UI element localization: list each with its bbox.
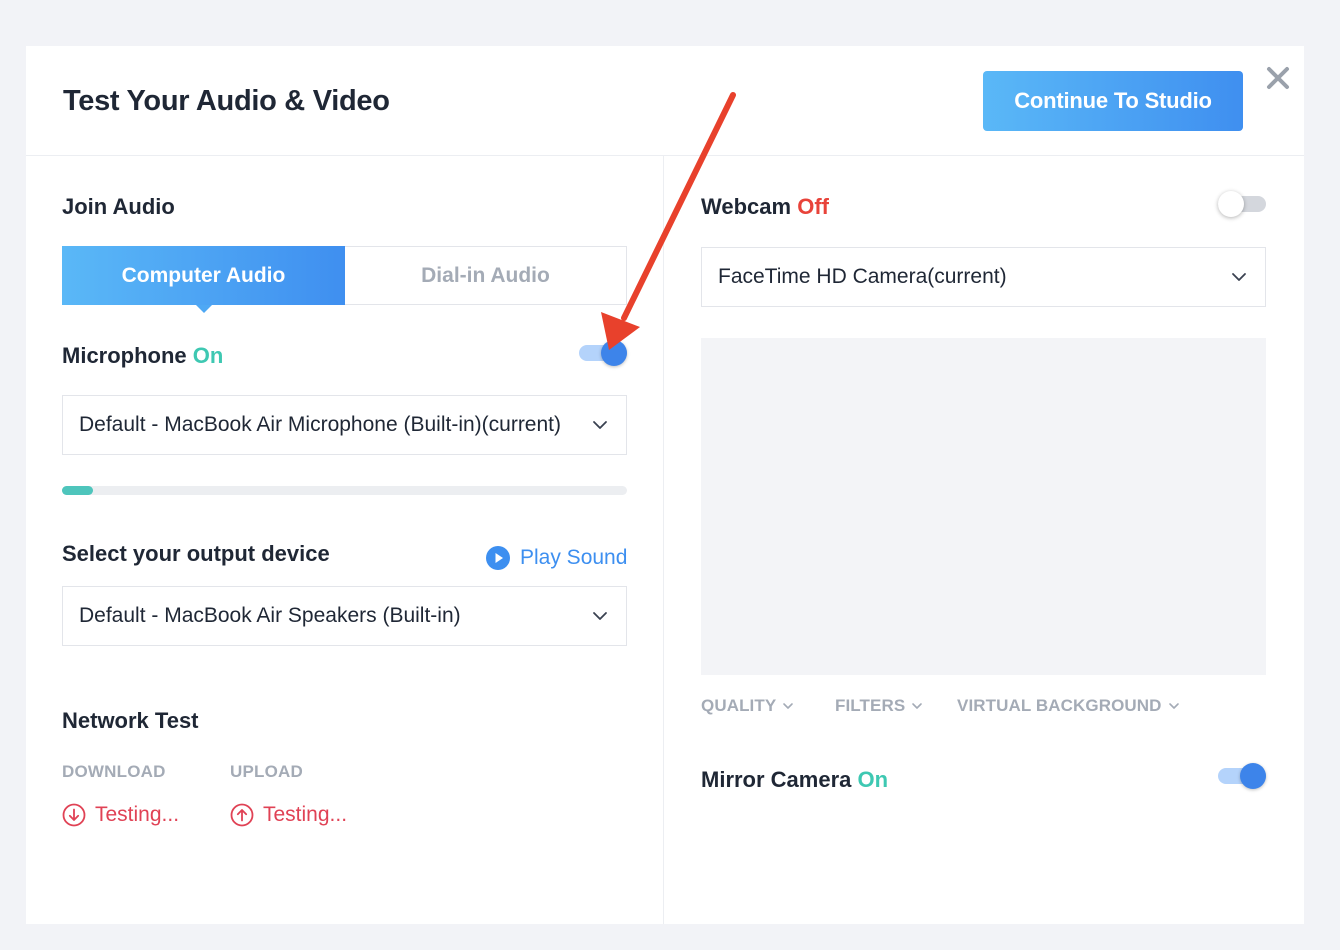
webcam-toggle[interactable] xyxy=(1218,189,1266,219)
mirror-camera-state: On xyxy=(857,767,889,792)
mirror-camera-label: Mirror Camera xyxy=(701,767,852,792)
mirror-camera-heading: Mirror Camera On xyxy=(701,767,888,793)
toggle-knob xyxy=(1218,191,1244,217)
audio-mode-tabs: Computer Audio Dial-in Audio xyxy=(62,246,627,313)
play-sound-label: Play Sound xyxy=(520,546,628,569)
chevron-down-icon xyxy=(912,703,923,709)
camera-select[interactable]: FaceTime HD Camera(current) xyxy=(701,247,1266,307)
microphone-level-meter xyxy=(62,486,627,495)
modal-header: Test Your Audio & Video Continue To Stud… xyxy=(26,46,1304,156)
tab-dial-in-audio[interactable]: Dial-in Audio xyxy=(345,246,627,305)
network-test-heading: Network Test xyxy=(62,708,199,733)
arrow-down-circle-icon xyxy=(62,803,86,827)
output-device-select-value: Default - MacBook Air Speakers (Built-in… xyxy=(79,604,461,627)
chevron-down-icon xyxy=(1168,703,1179,709)
webcam-state: Off xyxy=(797,194,829,219)
quality-dropdown[interactable]: QUALITY xyxy=(701,696,794,716)
webcam-label: Webcam xyxy=(701,194,792,219)
filters-label: FILTERS xyxy=(835,696,906,715)
play-circle-icon xyxy=(486,546,510,570)
column-divider xyxy=(663,156,664,924)
microphone-select[interactable]: Default - MacBook Air Microphone (Built-… xyxy=(62,395,627,455)
download-status-text: Testing... xyxy=(95,803,180,826)
download-status: Testing... xyxy=(62,803,179,827)
quality-label: QUALITY xyxy=(701,696,777,715)
filters-dropdown[interactable]: FILTERS xyxy=(835,696,923,716)
toggle-knob xyxy=(601,340,627,366)
camera-select-value: FaceTime HD Camera(current) xyxy=(718,265,1007,288)
close-icon[interactable] xyxy=(1264,64,1292,92)
upload-status: Testing... xyxy=(230,803,347,827)
virtual-background-dropdown[interactable]: VIRTUAL BACKGROUND xyxy=(957,696,1180,716)
page-title: Test Your Audio & Video xyxy=(63,85,390,117)
chevron-down-icon xyxy=(783,703,794,709)
chevron-down-icon xyxy=(1232,273,1246,281)
chevron-down-icon xyxy=(593,612,607,620)
arrow-up-circle-icon xyxy=(230,803,254,827)
audio-video-test-modal: Test Your Audio & Video Continue To Stud… xyxy=(26,46,1304,924)
webcam-heading: Webcam Off xyxy=(701,194,829,220)
chevron-down-icon xyxy=(593,421,607,429)
microphone-toggle[interactable] xyxy=(579,338,627,368)
virtual-background-label: VIRTUAL BACKGROUND xyxy=(957,696,1162,715)
upload-status-text: Testing... xyxy=(263,803,348,826)
microphone-heading: Microphone On xyxy=(62,343,223,369)
continue-to-studio-button[interactable]: Continue To Studio xyxy=(983,71,1243,131)
mirror-camera-toggle[interactable] xyxy=(1218,761,1266,791)
tab-computer-audio[interactable]: Computer Audio xyxy=(62,246,345,313)
microphone-select-value: Default - MacBook Air Microphone (Built-… xyxy=(79,413,561,436)
upload-label: UPLOAD xyxy=(230,762,303,781)
webcam-preview xyxy=(701,338,1266,675)
microphone-label: Microphone xyxy=(62,343,187,368)
download-label: DOWNLOAD xyxy=(62,762,166,781)
play-sound-button[interactable]: Play Sound xyxy=(486,546,627,570)
microphone-state: On xyxy=(192,343,224,368)
output-device-select[interactable]: Default - MacBook Air Speakers (Built-in… xyxy=(62,586,627,646)
microphone-level-fill xyxy=(62,486,94,495)
output-device-heading: Select your output device xyxy=(62,541,330,566)
join-audio-heading: Join Audio xyxy=(62,194,175,219)
toggle-knob xyxy=(1240,763,1266,789)
